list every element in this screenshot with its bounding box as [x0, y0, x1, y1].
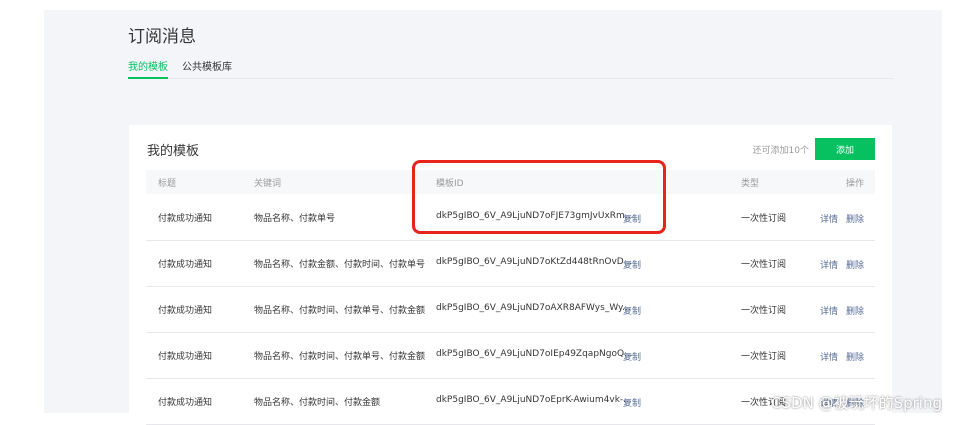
- copy-link[interactable]: 复制: [623, 258, 641, 271]
- template-id-highlight-box: [412, 160, 666, 234]
- header-actions: 操作: [846, 179, 865, 189]
- row-template-id: dkP5gIBO_6V_A9LjuND7oKtZd448tRnOvD...: [436, 257, 633, 267]
- row-title: 付款成功通知: [158, 214, 213, 224]
- add-template-button[interactable]: 添加: [815, 138, 875, 160]
- copy-link[interactable]: 复制: [623, 350, 641, 363]
- copy-link[interactable]: 复制: [623, 304, 641, 317]
- tab-bar: 我的模板 公共模板库: [128, 58, 894, 79]
- card-title: 我的模板: [147, 144, 200, 159]
- row-title: 付款成功通知: [158, 398, 213, 408]
- row-template-id: dkP5gIBO_6V_A9LjuND7oAXR8AFWys_Wy...: [436, 303, 631, 313]
- delete-link[interactable]: 删除: [846, 304, 864, 317]
- copy-link[interactable]: 复制: [623, 396, 641, 409]
- row-keywords: 物品名称、付款时间、付款单号、付款金额: [254, 352, 426, 362]
- quota-text: 还可添加10个: [752, 146, 809, 156]
- detail-link[interactable]: 详情: [820, 350, 838, 363]
- row-keywords: 物品名称、付款金额、付款时间、付款单号: [254, 260, 426, 270]
- row-keywords: 物品名称、付款时间、付款金额: [254, 398, 381, 408]
- header-title: 标题: [158, 179, 177, 189]
- row-type: 一次性订阅: [741, 214, 787, 224]
- row-title: 付款成功通知: [158, 260, 213, 270]
- header-keywords: 关键词: [254, 179, 282, 189]
- row-title: 付款成功通知: [158, 352, 213, 362]
- header-type: 类型: [741, 179, 760, 189]
- tab-my-templates[interactable]: 我的模板: [128, 58, 168, 79]
- row-title: 付款成功通知: [158, 306, 213, 316]
- detail-link[interactable]: 详情: [820, 258, 838, 271]
- table-row: 付款成功通知 物品名称、付款时间、付款单号、付款金额 dkP5gIBO_6V_A…: [146, 332, 875, 379]
- watermark: CSDN @被玩坏的Spring: [771, 394, 942, 412]
- row-template-id: dkP5gIBO_6V_A9LjuND7oIEp49ZqapNgoQ...: [436, 349, 633, 359]
- row-type: 一次性订阅: [741, 352, 787, 362]
- detail-link[interactable]: 详情: [820, 212, 838, 225]
- table-row: 付款成功通知 物品名称、付款时间、付款单号、付款金额 dkP5gIBO_6V_A…: [146, 286, 875, 333]
- delete-link[interactable]: 删除: [846, 212, 864, 225]
- delete-link[interactable]: 删除: [846, 350, 864, 363]
- row-type: 一次性订阅: [741, 260, 787, 270]
- row-type: 一次性订阅: [741, 306, 787, 316]
- delete-link[interactable]: 删除: [846, 258, 864, 271]
- row-keywords: 物品名称、付款时间、付款单号、付款金额: [254, 306, 426, 316]
- table-row: 付款成功通知 物品名称、付款时间、付款金额 dkP5gIBO_6V_A9LjuN…: [146, 378, 875, 425]
- row-template-id: dkP5gIBO_6V_A9LjuND7oEprK-Awium4vk-...: [436, 395, 632, 405]
- row-keywords: 物品名称、付款单号: [254, 214, 336, 224]
- table-row: 付款成功通知 物品名称、付款金额、付款时间、付款单号 dkP5gIBO_6V_A…: [146, 240, 875, 287]
- tab-public-template-library[interactable]: 公共模板库: [182, 58, 232, 77]
- page-title: 订阅消息: [128, 27, 196, 47]
- detail-link[interactable]: 详情: [820, 304, 838, 317]
